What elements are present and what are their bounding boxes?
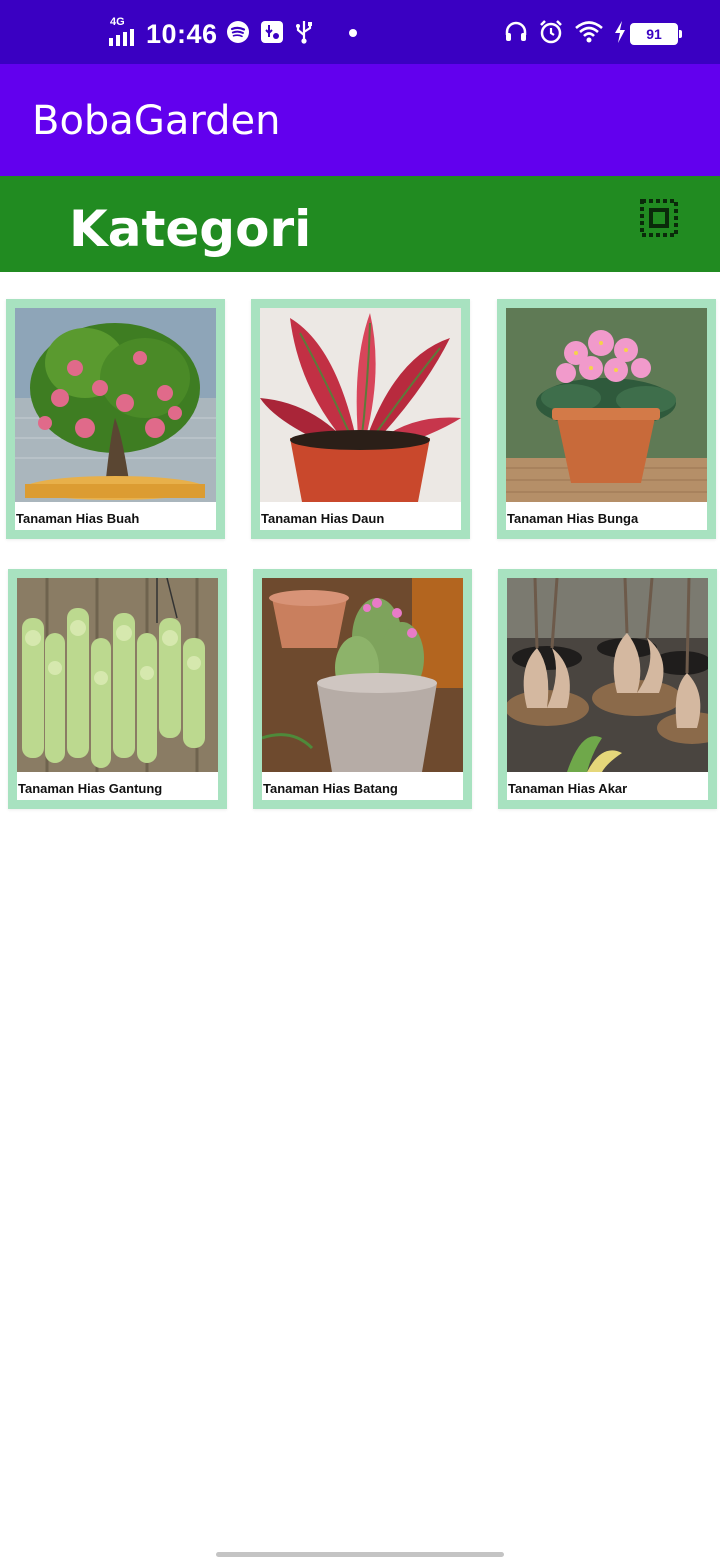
- category-label: Tanaman Hias Daun: [261, 511, 385, 526]
- network-type: 4G: [110, 16, 125, 28]
- cactus-image: [262, 578, 463, 772]
- battery-icon: 91: [630, 23, 682, 45]
- notification-dot-icon: [348, 25, 358, 43]
- category-card-daun[interactable]: Tanaman Hias Daun: [251, 299, 470, 539]
- usb-icon: [294, 19, 314, 50]
- charging-icon: [614, 20, 626, 48]
- card-content: Tanaman Hias Akar: [507, 578, 708, 800]
- category-card-batang[interactable]: Tanaman Hias Batang: [253, 569, 472, 809]
- card-content: Tanaman Hias Bunga: [506, 308, 707, 530]
- category-header: Kategori: [0, 176, 720, 272]
- usb-settings-icon: [260, 20, 284, 49]
- category-card-buah[interactable]: Tanaman Hias Buah: [6, 299, 225, 539]
- card-content: Tanaman Hias Batang: [262, 578, 463, 800]
- card-content: Tanaman Hias Gantung: [17, 578, 218, 800]
- spotify-icon: [226, 20, 250, 49]
- category-card-gantung[interactable]: Tanaman Hias Gantung: [8, 569, 227, 809]
- category-label: Tanaman Hias Bunga: [507, 511, 639, 526]
- category-label: Tanaman Hias Gantung: [18, 781, 163, 796]
- status-bar: 4G 10:46 91: [0, 0, 720, 64]
- cellular-signal-icon: 4G: [108, 16, 138, 48]
- category-card-bunga[interactable]: Tanaman Hias Bunga: [497, 299, 716, 539]
- select-all-icon[interactable]: [640, 199, 678, 237]
- aglaonema-leaf-image: [260, 308, 461, 502]
- category-label: Tanaman Hias Akar: [508, 781, 628, 796]
- hanging-succulent-image: [17, 578, 218, 772]
- category-label: Tanaman Hias Buah: [16, 511, 140, 526]
- category-label: Tanaman Hias Batang: [263, 781, 398, 796]
- fruit-bonsai-image: [15, 308, 216, 502]
- card-content: Tanaman Hias Buah: [15, 308, 216, 530]
- adenium-root-image: [507, 578, 708, 772]
- card-content: Tanaman Hias Daun: [260, 308, 461, 530]
- wifi-icon: [574, 20, 604, 49]
- category-title: Kategori: [69, 200, 312, 258]
- app-title: BobaGarden: [32, 98, 281, 144]
- status-time: 10:46: [146, 18, 218, 49]
- category-card-akar[interactable]: Tanaman Hias Akar: [498, 569, 717, 809]
- battery-level: 91: [630, 23, 678, 45]
- home-indicator[interactable]: [216, 1552, 504, 1557]
- app-bar: BobaGarden: [0, 64, 720, 176]
- alarm-icon: [538, 19, 564, 50]
- african-violet-image: [506, 308, 707, 502]
- headphones-icon: [504, 20, 528, 49]
